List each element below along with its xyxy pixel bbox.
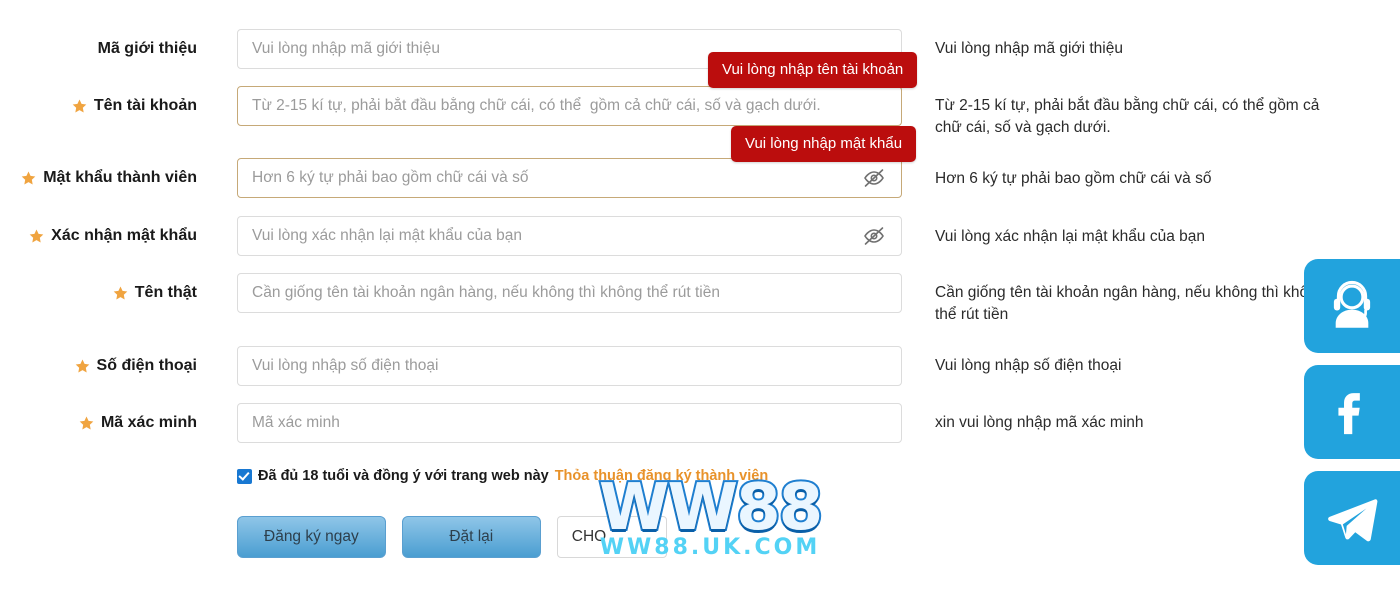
label-text: Xác nhận mật khẩu bbox=[51, 227, 197, 244]
form-actions: Đăng ký ngay Đặt lại CHO bbox=[237, 516, 667, 558]
form-row-username: Tên tài khoản bbox=[0, 86, 920, 126]
required-star-icon bbox=[74, 358, 91, 375]
label-referral-code: Mã giới thiệu bbox=[0, 40, 205, 58]
field-realname bbox=[237, 273, 902, 313]
register-button[interactable]: Đăng ký ngay bbox=[237, 516, 386, 558]
eye-slash-icon[interactable] bbox=[862, 224, 886, 248]
form-row-confirm-password: Xác nhận mật khẩu bbox=[0, 216, 920, 256]
label-realname: Tên thật bbox=[0, 284, 205, 302]
field-confirm-password bbox=[237, 216, 902, 256]
label-text: Mật khẩu thành viên bbox=[43, 169, 197, 186]
realname-input[interactable] bbox=[237, 273, 902, 313]
registration-page: Mã giới thiệu Tên tài khoản Mật khẩu thà… bbox=[0, 0, 1400, 601]
eye-slash-icon[interactable] bbox=[862, 166, 886, 190]
form-row-verification-code: Mã xác minh bbox=[0, 403, 920, 443]
form-row-password: Mật khẩu thành viên bbox=[0, 158, 920, 198]
username-input[interactable] bbox=[237, 86, 902, 126]
hint-verification-code: xin vui lòng nhập mã xác minh bbox=[935, 414, 1144, 431]
label-password: Mật khẩu thành viên bbox=[0, 169, 205, 187]
hint-realname: Cần giống tên tài khoản ngân hàng, nếu k… bbox=[935, 284, 1326, 324]
hint-referral-code: Vui lòng nhập mã giới thiệu bbox=[935, 40, 1123, 57]
label-text: Tên tài khoản bbox=[93, 97, 197, 114]
label-username: Tên tài khoản bbox=[0, 97, 205, 115]
reset-button[interactable]: Đặt lại bbox=[401, 516, 541, 558]
label-phone: Số điện thoại bbox=[0, 357, 205, 375]
hint-username: Từ 2-15 kí tự, phải bắt đầu bằng chữ cái… bbox=[935, 97, 1320, 137]
field-phone bbox=[237, 346, 902, 386]
social-rail bbox=[1304, 259, 1400, 565]
required-star-icon bbox=[28, 228, 45, 245]
confirm-password-input[interactable] bbox=[237, 216, 902, 256]
password-input[interactable] bbox=[237, 158, 902, 198]
label-text: Số điện thoại bbox=[96, 357, 197, 374]
label-text: Mã xác minh bbox=[100, 414, 197, 431]
captcha-box[interactable]: CHO bbox=[556, 516, 667, 558]
label-confirm-password: Xác nhận mật khẩu bbox=[0, 227, 205, 245]
required-star-icon bbox=[78, 415, 95, 432]
agreement-text: Đã đủ 18 tuổi và đồng ý với trang web nà… bbox=[258, 468, 549, 484]
form-row-phone: Số điện thoại bbox=[0, 346, 920, 386]
label-text: Mã giới thiệu bbox=[97, 40, 197, 57]
facebook-button[interactable] bbox=[1304, 365, 1400, 459]
required-star-icon bbox=[71, 98, 88, 115]
label-verification-code: Mã xác minh bbox=[0, 414, 205, 432]
phone-input[interactable] bbox=[237, 346, 902, 386]
telegram-button[interactable] bbox=[1304, 471, 1400, 565]
required-star-icon bbox=[20, 170, 37, 187]
hint-password: Hơn 6 ký tự phải bao gồm chữ cái và số bbox=[935, 170, 1212, 187]
agreement-link[interactable]: Thỏa thuận đăng ký thành viên bbox=[555, 468, 769, 484]
age-agreement-checkbox[interactable] bbox=[237, 468, 252, 484]
field-verification-code bbox=[237, 403, 902, 443]
telegram-icon bbox=[1323, 489, 1381, 547]
headset-support-icon bbox=[1323, 277, 1381, 335]
required-star-icon bbox=[112, 285, 129, 302]
facebook-icon bbox=[1324, 384, 1380, 440]
hint-confirm-password: Vui lòng xác nhận lại mật khẩu của bạn bbox=[935, 228, 1205, 245]
support-button[interactable] bbox=[1304, 259, 1400, 353]
label-text: Tên thật bbox=[134, 284, 197, 301]
tooltip-username-error: Vui lòng nhập tên tài khoản bbox=[708, 52, 918, 88]
field-username bbox=[237, 86, 902, 126]
tooltip-password-error: Vui lòng nhập mật khẩu bbox=[731, 126, 917, 162]
verification-code-input[interactable] bbox=[237, 403, 902, 443]
hint-phone: Vui lòng nhập số điện thoại bbox=[935, 357, 1122, 374]
form-row-realname: Tên thật bbox=[0, 273, 920, 313]
field-password bbox=[237, 158, 902, 198]
agreement-row: Đã đủ 18 tuổi và đồng ý với trang web nà… bbox=[237, 468, 768, 484]
